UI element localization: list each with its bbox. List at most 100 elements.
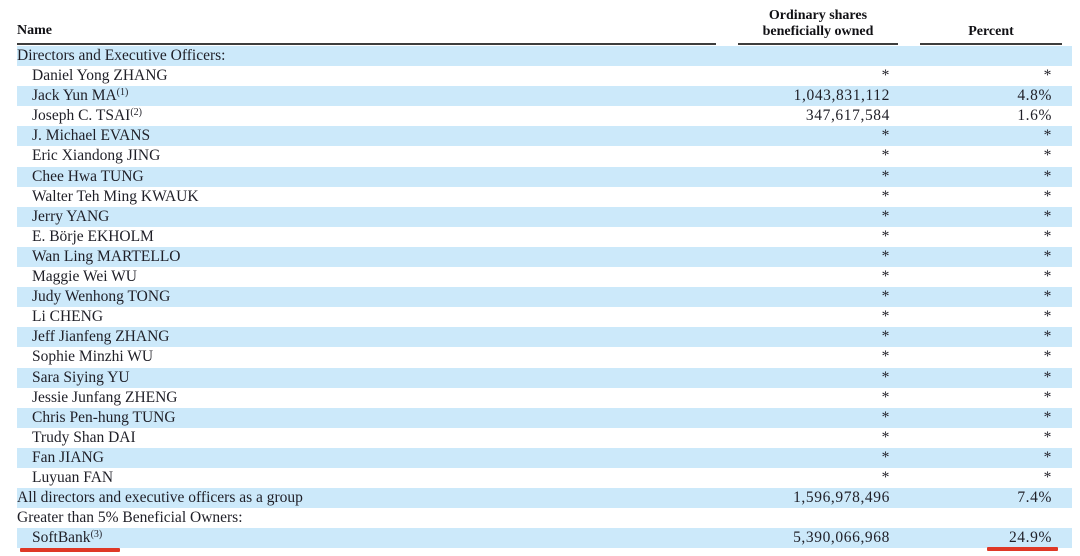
percent-cell: * bbox=[1043, 247, 1052, 265]
owner-name: Jeff Jianfeng ZHANG bbox=[32, 328, 170, 346]
name-header-label: Name bbox=[17, 23, 52, 38]
percent-cell: * bbox=[1043, 67, 1052, 85]
table-row: Sara Siying YU * * bbox=[17, 367, 1072, 388]
name-cell: Fan JIANG bbox=[17, 448, 717, 468]
owner-name: Luyuan FAN bbox=[32, 468, 114, 486]
name-cell: Trudy Shan DAI bbox=[17, 428, 717, 448]
shares-cell: * bbox=[881, 448, 890, 466]
softbank-red-underline-annotation bbox=[20, 548, 120, 552]
shares-cell: * bbox=[881, 328, 890, 346]
owner-name: Sophie Minzhi WU bbox=[32, 348, 154, 366]
table-row: All directors and executive officers as … bbox=[17, 488, 1072, 509]
shares-cell: 347,617,584 bbox=[805, 107, 890, 125]
percent-cell: 7.4% bbox=[1017, 489, 1052, 507]
percent-cell bbox=[898, 46, 1072, 66]
percent-red-underline-annotation bbox=[987, 547, 1058, 551]
column-header-name: Name bbox=[17, 0, 716, 45]
name-cell: Sophie Minzhi WU bbox=[17, 347, 717, 367]
percent-cell: * bbox=[1043, 308, 1052, 326]
owner-name: Trudy Shan DAI bbox=[32, 428, 136, 446]
shares-cell: * bbox=[881, 207, 890, 225]
footnote-superscript: (2) bbox=[130, 107, 142, 119]
owner-name: SoftBank bbox=[32, 529, 91, 547]
owner-name: Wan Ling MARTELLO bbox=[32, 247, 181, 265]
column-header-shares: Ordinary shares beneficially owned bbox=[738, 0, 898, 45]
column-header-percent: Percent bbox=[920, 0, 1062, 45]
table-row: Joseph C. TSAI(2) 347,617,584 1.6% bbox=[17, 106, 1072, 126]
percent-cell: * bbox=[1043, 207, 1052, 225]
owner-name: Greater than 5% Beneficial Owners: bbox=[17, 509, 243, 527]
owner-name: Chee Hwa TUNG bbox=[32, 167, 144, 185]
shares-header-line2: beneficially owned bbox=[762, 24, 874, 39]
percent-cell: * bbox=[1043, 368, 1052, 386]
percent-cell: * bbox=[1043, 268, 1052, 286]
name-cell: J. Michael EVANS bbox=[17, 126, 717, 146]
table-row: Jessie Junfang ZHENG * * bbox=[17, 388, 1072, 408]
shares-cell: * bbox=[881, 308, 890, 326]
name-cell: Jerry YANG bbox=[17, 207, 717, 227]
name-cell: Sara Siying YU bbox=[17, 368, 717, 388]
table-row: Li CHENG * * bbox=[17, 307, 1072, 327]
table-row: Jack Yun MA(1) 1,043,831,112 4.8% bbox=[17, 86, 1072, 107]
table-row: Judy Wenhong TONG * * bbox=[17, 287, 1072, 308]
beneficial-ownership-table: Name Ordinary shares beneficially owned … bbox=[0, 0, 1080, 556]
table-row: E. Börje EKHOLM * * bbox=[17, 227, 1072, 247]
owner-name: All directors and executive officers as … bbox=[17, 489, 303, 507]
shares-cell: * bbox=[881, 408, 890, 426]
shares-cell: * bbox=[881, 67, 890, 85]
shares-cell: * bbox=[881, 147, 890, 165]
table-row: Eric Xiandong JING * * bbox=[17, 146, 1072, 166]
table-row: Jeff Jianfeng ZHANG * * bbox=[17, 327, 1072, 348]
shares-header-line1: Ordinary shares bbox=[768, 8, 868, 23]
shares-cell: * bbox=[881, 348, 890, 366]
percent-header-label: Percent bbox=[968, 24, 1014, 39]
name-cell: Jessie Junfang ZHENG bbox=[17, 388, 717, 408]
footnote-superscript: (3) bbox=[90, 529, 103, 541]
percent-cell: * bbox=[1043, 227, 1052, 245]
shares-cell: * bbox=[881, 468, 890, 486]
shares-cell bbox=[717, 508, 898, 528]
shares-cell: * bbox=[881, 388, 890, 406]
name-cell: Jeff Jianfeng ZHANG bbox=[17, 327, 717, 347]
table-row: Walter Teh Ming KWAUK * * bbox=[17, 187, 1072, 207]
footnote-superscript: (1) bbox=[116, 87, 129, 99]
owner-name: Eric Xiandong JING bbox=[32, 147, 161, 165]
name-cell: All directors and executive officers as … bbox=[17, 488, 717, 508]
name-cell: Chee Hwa TUNG bbox=[17, 167, 717, 187]
name-cell: Wan Ling MARTELLO bbox=[17, 247, 717, 267]
table-row: Maggie Wei WU * * bbox=[17, 267, 1072, 287]
owner-name: Judy Wenhong TONG bbox=[32, 288, 171, 306]
name-cell: Directors and Executive Officers: bbox=[17, 46, 717, 66]
table-row: Directors and Executive Officers: bbox=[17, 46, 1072, 67]
table-row: Fan JIANG * * bbox=[17, 447, 1072, 468]
percent-cell: * bbox=[1043, 288, 1052, 306]
owner-name: Jack Yun MA bbox=[32, 87, 117, 105]
table-body: Directors and Executive Officers: Daniel… bbox=[17, 46, 1072, 549]
table-row: Trudy Shan DAI * * bbox=[17, 428, 1072, 448]
name-cell: E. Börje EKHOLM bbox=[17, 227, 717, 247]
percent-cell: * bbox=[1043, 127, 1052, 145]
percent-cell: 4.8% bbox=[1017, 87, 1052, 105]
owner-name: Walter Teh Ming KWAUK bbox=[32, 187, 199, 205]
shares-cell: * bbox=[881, 187, 890, 205]
table-row: Daniel Yong ZHANG * * bbox=[17, 66, 1072, 86]
owner-name: Fan JIANG bbox=[32, 448, 104, 466]
name-cell: Greater than 5% Beneficial Owners: bbox=[17, 508, 717, 528]
name-cell: Chris Pen-hung TUNG bbox=[17, 408, 717, 428]
percent-cell: * bbox=[1043, 348, 1052, 366]
name-cell: Maggie Wei WU bbox=[17, 267, 717, 287]
percent-cell: * bbox=[1043, 408, 1052, 426]
name-cell: Daniel Yong ZHANG bbox=[17, 66, 717, 86]
owner-name: Jessie Junfang ZHENG bbox=[32, 388, 178, 406]
name-cell: Eric Xiandong JING bbox=[17, 146, 717, 166]
name-cell: Joseph C. TSAI(2) bbox=[17, 106, 717, 126]
percent-cell: * bbox=[1043, 147, 1052, 165]
owner-name: Li CHENG bbox=[32, 308, 104, 326]
owner-name: E. Börje EKHOLM bbox=[32, 227, 154, 245]
table-row: J. Michael EVANS * * bbox=[17, 126, 1072, 147]
shares-cell: * bbox=[881, 127, 890, 145]
name-cell: Li CHENG bbox=[17, 307, 717, 327]
percent-cell: * bbox=[1043, 468, 1052, 486]
shares-cell: * bbox=[881, 247, 890, 265]
table-row: Jerry YANG * * bbox=[17, 206, 1072, 227]
